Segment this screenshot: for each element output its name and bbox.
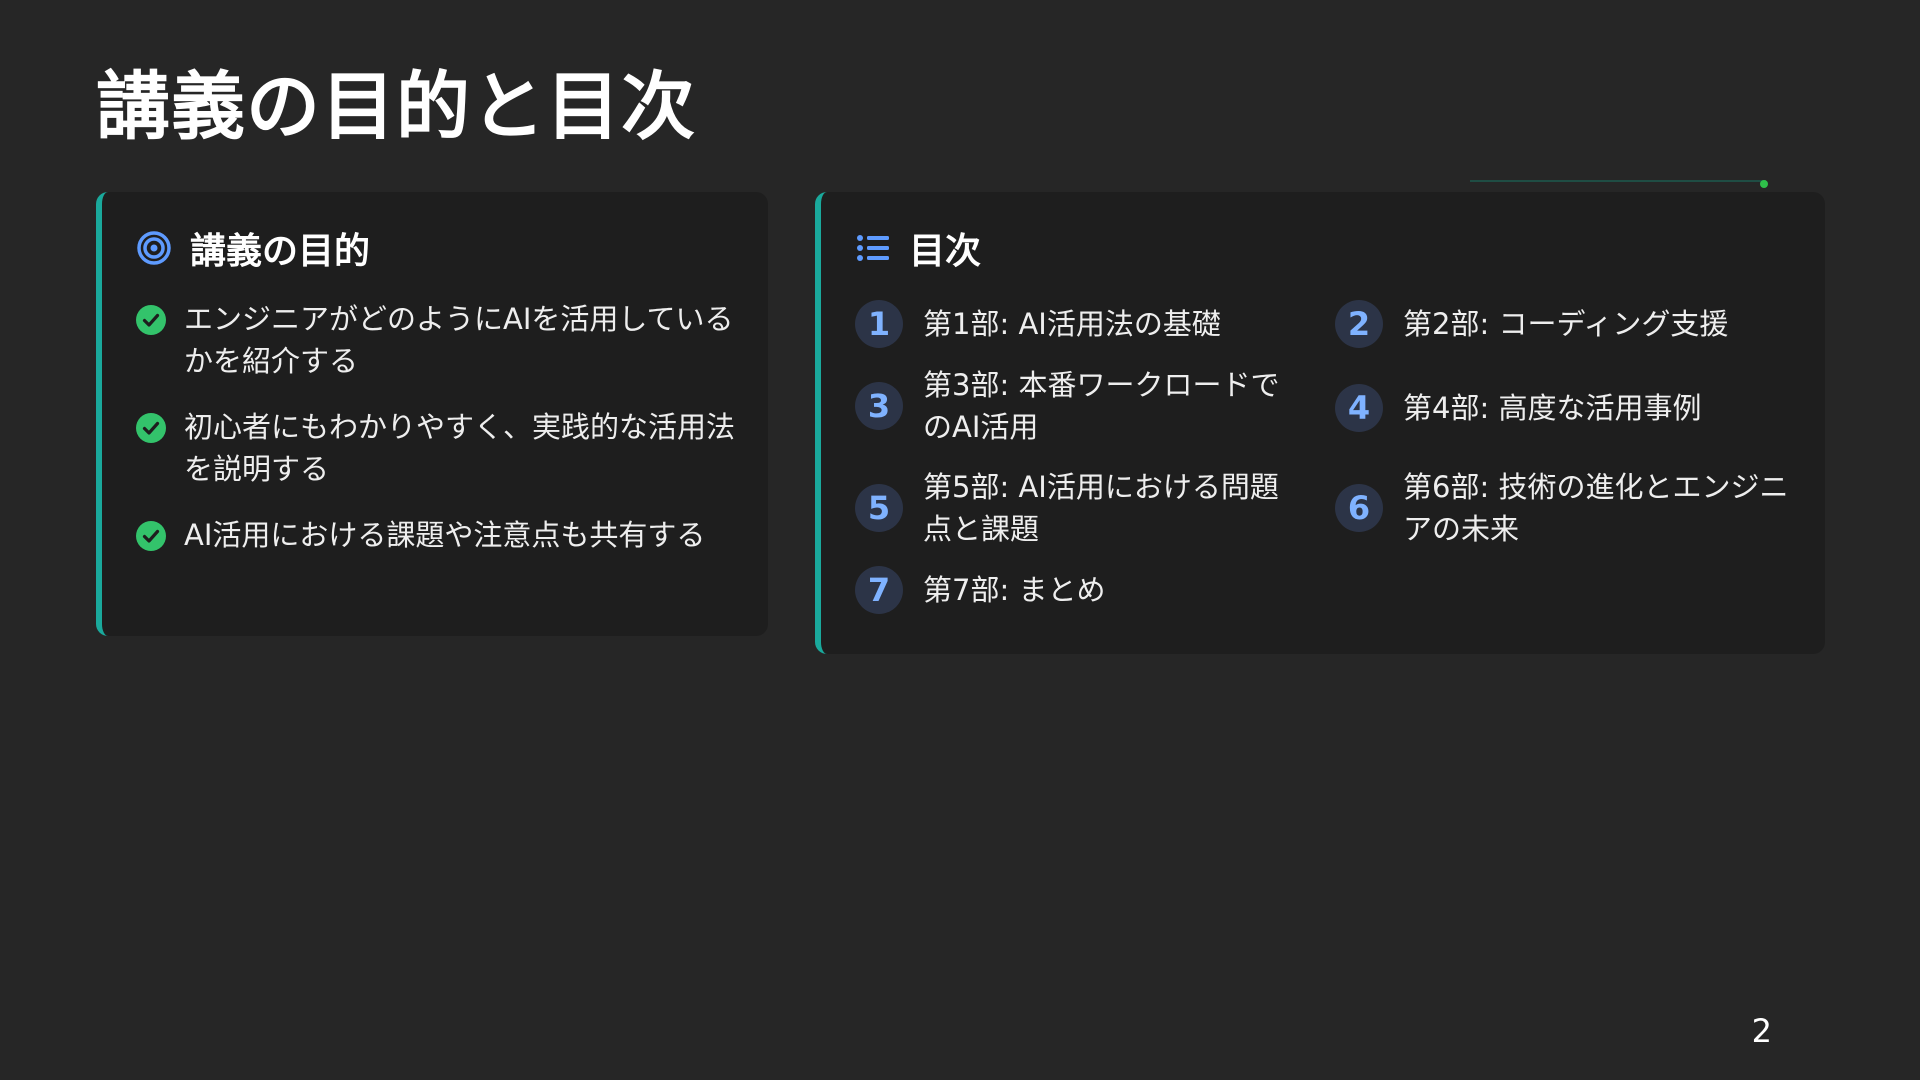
objective-item: AI活用における課題や注意点も共有する: [136, 514, 736, 556]
page-number: 2: [1751, 1012, 1772, 1050]
toc-item-label: 第7部: まとめ: [923, 573, 1106, 607]
slide: 講義の目的と目次 講義の目的 エンジニアがどのようにAIを活用しているかを紹介す…: [0, 0, 1920, 1080]
toc-item[interactable]: 2 第2部: コーディング支援: [1335, 300, 1795, 348]
check-circle-icon: [136, 304, 166, 335]
toc-item[interactable]: 4 第4部: 高度な活用事例: [1335, 384, 1795, 432]
list-icon: [855, 230, 891, 266]
slide-title: 講義の目的と目次: [96, 64, 696, 150]
toc-item-label: 第4部: 高度な活用事例: [1403, 391, 1702, 425]
check-circle-icon: [136, 412, 166, 443]
toc-item[interactable]: 5 第5部: AI活用における問題点と課題: [855, 466, 1300, 550]
toc-card: 目次 1 第1部: AI活用法の基礎 2 第2部: コーディング支援 3 第3部…: [815, 192, 1825, 654]
toc-item-number: 6: [1335, 484, 1383, 532]
toc-item[interactable]: 3 第3部: 本番ワークロードでのAI活用: [855, 364, 1300, 448]
objective-item-text: 初心者にもわかりやすく、実践的な活用法を説明する: [184, 410, 736, 486]
toc-item-number: 4: [1335, 384, 1383, 432]
objective-item: 初心者にもわかりやすく、実践的な活用法を説明する: [136, 406, 736, 490]
toc-item-label: 第5部: AI活用における問題点と課題: [923, 470, 1279, 546]
toc-heading: 目次: [855, 222, 981, 274]
toc-item[interactable]: 6 第6部: 技術の進化とエンジニアの未来: [1335, 466, 1795, 550]
toc-heading-label: 目次: [909, 231, 982, 272]
decorative-dot: [1760, 180, 1768, 188]
objective-heading: 講義の目的: [136, 222, 370, 274]
objective-item-text: AI活用における課題や注意点も共有する: [184, 518, 706, 552]
check-circle-icon: [136, 520, 166, 551]
toc-item-number: 1: [855, 300, 903, 348]
decorative-line: [1470, 180, 1766, 182]
toc-item[interactable]: 7 第7部: まとめ: [855, 566, 1285, 614]
toc-item-number: 7: [855, 566, 903, 614]
toc-item-label: 第3部: 本番ワークロードでのAI活用: [923, 368, 1280, 444]
toc-item[interactable]: 1 第1部: AI活用法の基礎: [855, 300, 1285, 348]
target-icon: [136, 230, 172, 266]
toc-item-label: 第1部: AI活用法の基礎: [923, 307, 1221, 341]
toc-item-number: 5: [855, 484, 903, 532]
objective-item: エンジニアがどのようにAIを活用しているかを紹介する: [136, 298, 736, 382]
objective-item-text: エンジニアがどのようにAIを活用しているかを紹介する: [184, 302, 734, 378]
objective-list: エンジニアがどのようにAIを活用しているかを紹介する 初心者にもわかりやすく、実…: [136, 298, 736, 580]
toc-item-label: 第2部: コーディング支援: [1403, 307, 1729, 341]
toc-item-number: 2: [1335, 300, 1383, 348]
toc-item-number: 3: [855, 382, 903, 430]
toc-item-label: 第6部: 技術の進化とエンジニアの未来: [1403, 470, 1789, 546]
objective-card: 講義の目的 エンジニアがどのようにAIを活用しているかを紹介する 初心者にもわか…: [96, 192, 768, 636]
objective-heading-label: 講義の目的: [190, 231, 371, 272]
